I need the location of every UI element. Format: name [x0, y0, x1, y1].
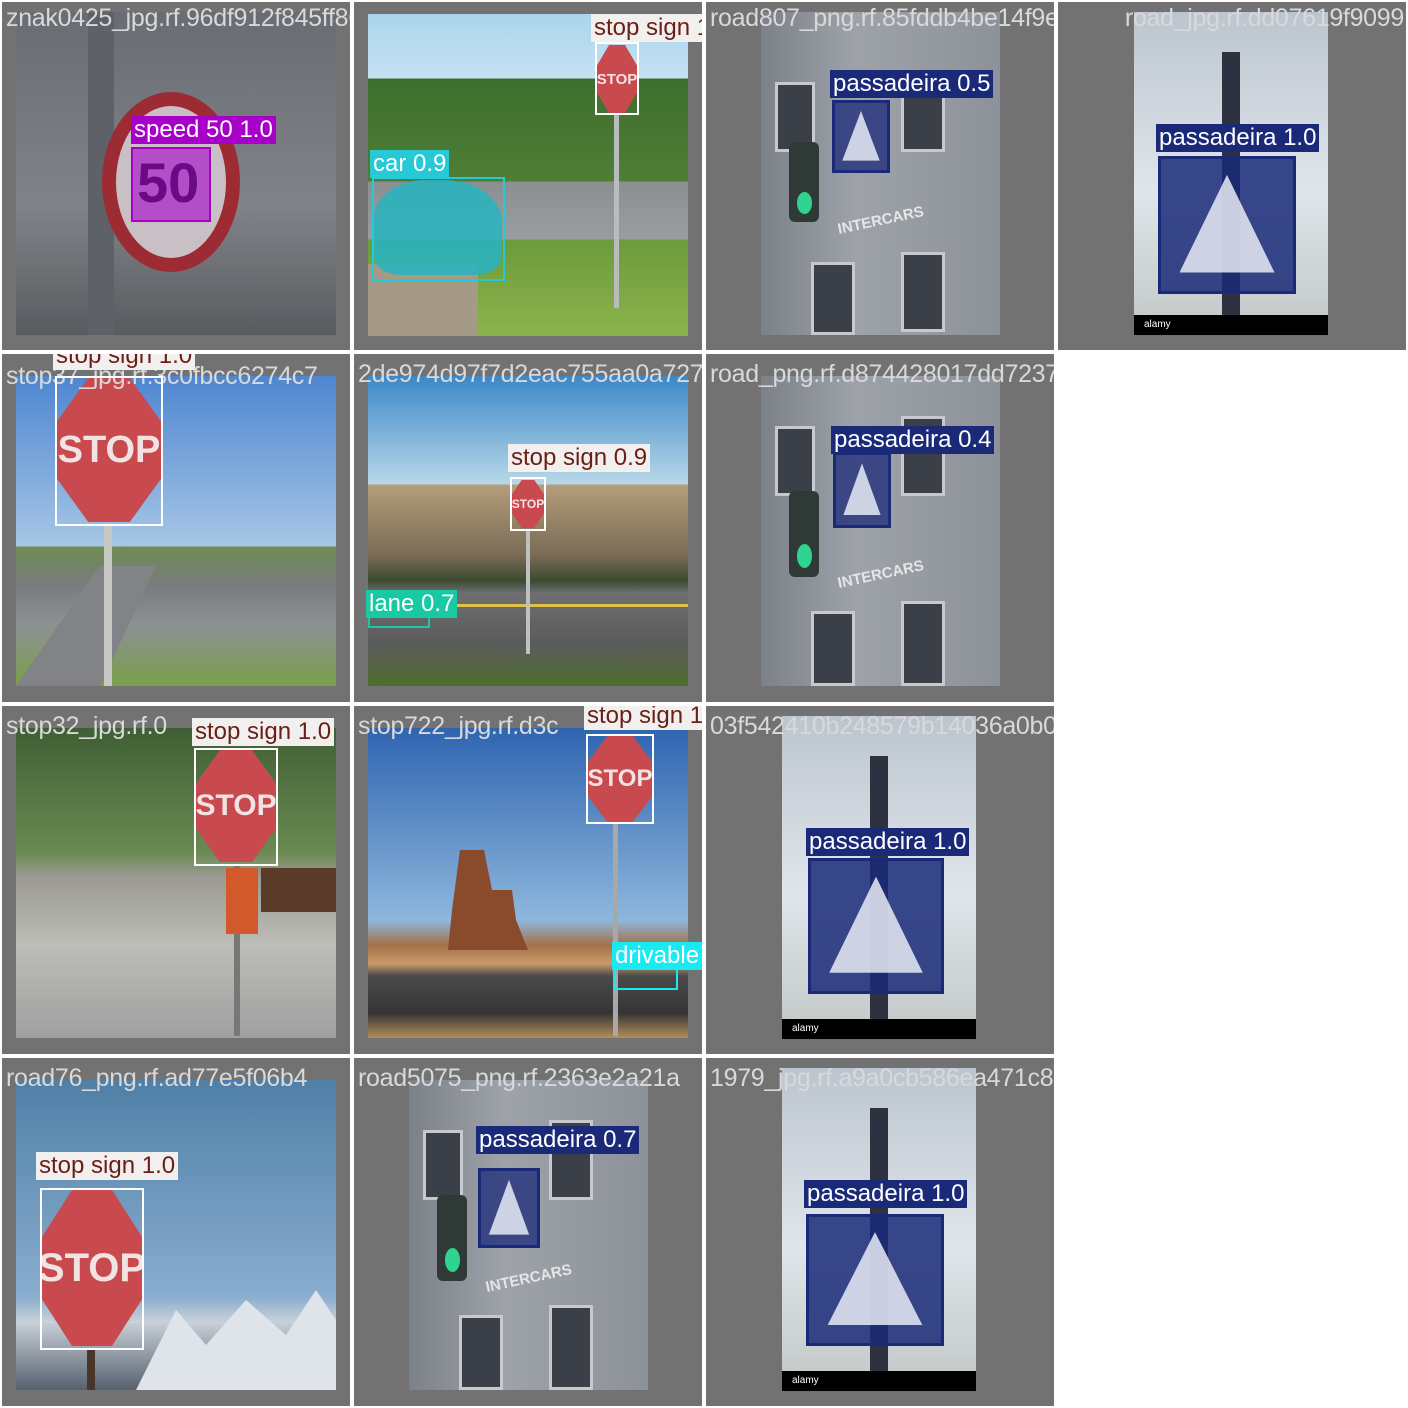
- detection-box: [478, 1168, 540, 1248]
- tile-0-1: STOP stop sign 1.0 car 0.9: [354, 2, 702, 350]
- detection-box: [372, 177, 505, 281]
- photo: INTERCARS: [761, 376, 1000, 686]
- tile-3-0: road76_png.rf.ad77e5f06b4 STOP stop sign…: [2, 1058, 350, 1406]
- pole: [613, 821, 618, 1036]
- speed-text: 50: [137, 151, 200, 214]
- window: [423, 1130, 463, 1200]
- detection-label: stop sign 1.0: [192, 718, 335, 746]
- tile-2-1: stop722_jpg.rf.d3c STOP stop sign 1.0 dr…: [354, 706, 702, 1054]
- detection-box: 50: [131, 147, 211, 222]
- tile-2-3-empty: [1058, 706, 1406, 1054]
- tile-3-1: INTERCARS road5075_png.rf.2363e2a21a pas…: [354, 1058, 702, 1406]
- traffic-light: [437, 1195, 467, 1281]
- filename: road807_png.rf.85fddb4be14f9eb087c7d7882: [710, 4, 1054, 32]
- fence: [261, 868, 336, 912]
- window: [811, 611, 855, 686]
- filename: road_jpg.rf.dd07619f9099: [1124, 4, 1404, 32]
- detection-label: lane 0.7: [366, 590, 458, 618]
- filename: road5075_png.rf.2363e2a21a: [358, 1064, 680, 1092]
- building-sign: INTERCARS: [836, 203, 926, 238]
- detection-label: passadeira 0.5: [830, 70, 994, 98]
- tile-1-1: 2de974d97f7d2eac755aa0a727cd3077 STOP st…: [354, 354, 702, 702]
- detection-box: [832, 100, 890, 173]
- pole: [614, 112, 619, 308]
- filename: 2de974d97f7d2eac755aa0a727cd3077: [358, 360, 702, 388]
- detection-label: car 0.9: [370, 150, 450, 178]
- detection-box: [1158, 156, 1296, 294]
- filename: road_png.rf.d874428017dd72371b93e3aaa66: [710, 360, 1054, 388]
- filename: znak0425_jpg.rf.96df912f845ff86f5d96af89…: [6, 4, 350, 32]
- pole: [104, 524, 112, 686]
- detection-label: passadeira 1.0: [1156, 124, 1320, 152]
- tile-3-2: alamy 1979_jpg.rf.a9a0cb586ea471c8aaba5d…: [706, 1058, 1054, 1406]
- building-sign: INTERCARS: [836, 557, 926, 592]
- tile-0-0: znak0425_jpg.rf.96df912f845ff86f5d96af89…: [2, 2, 350, 350]
- tile-1-3-empty: [1058, 354, 1406, 702]
- pole: [87, 1348, 95, 1390]
- tile-1-2: INTERCARS road_png.rf.d874428017dd72371b…: [706, 354, 1054, 702]
- watermark: alamy: [782, 1019, 976, 1039]
- detection-label: passadeira 1.0: [804, 1180, 968, 1208]
- detection-box: [55, 376, 163, 526]
- detection-box: [194, 748, 278, 866]
- window: [549, 1305, 593, 1390]
- detection-box: [40, 1188, 144, 1350]
- detection-box: [833, 452, 891, 528]
- detection-label: stop sign 1.0: [591, 14, 702, 42]
- filename: 1979_jpg.rf.a9a0cb586ea471c8aaba5dfc1: [710, 1064, 1054, 1092]
- detection-label: passadeira 1.0: [806, 828, 970, 856]
- detection-box: [808, 858, 944, 994]
- window: [775, 426, 815, 496]
- filename: road76_png.rf.ad77e5f06b4: [6, 1064, 308, 1092]
- window: [459, 1315, 503, 1390]
- window: [901, 601, 945, 686]
- detection-label: stop sign 1.0: [53, 354, 196, 370]
- tile-0-2: INTERCARS road807_png.rf.85fddb4be14f9eb…: [706, 2, 1054, 350]
- road: [16, 566, 156, 686]
- detection-box: [510, 477, 546, 531]
- tile-0-3: alamy road_jpg.rf.dd07619f9099 passadeir…: [1058, 2, 1406, 350]
- photo: [16, 728, 336, 1038]
- detection-label: stop sign 1.0: [36, 1152, 179, 1180]
- window: [901, 252, 945, 332]
- tile-2-2: alamy 03f542410b248579b14036a0b068e6420a…: [706, 706, 1054, 1054]
- butte: [448, 850, 528, 950]
- detection-label: stop sign 1.0: [584, 706, 702, 730]
- filename: stop32_jpg.rf.0: [6, 712, 167, 740]
- notice-sign: [226, 868, 258, 934]
- filename: 03f542410b248579b14036a0b068e6420a243: [710, 712, 1054, 740]
- detection-box: [586, 734, 654, 824]
- tile-2-0: stop32_jpg.rf.0 STOP stop sign 1.0: [2, 706, 350, 1054]
- detection-label: drivable 0.5: [612, 942, 702, 970]
- window: [811, 262, 855, 335]
- traffic-light: [789, 142, 819, 222]
- tile-3-3-empty: [1058, 1058, 1406, 1406]
- detection-label: stop sign 0.9: [508, 444, 651, 472]
- watermark: alamy: [782, 1371, 976, 1391]
- watermark: alamy: [1134, 315, 1328, 335]
- mountains: [136, 1290, 336, 1390]
- photo: INTERCARS: [761, 12, 1000, 335]
- tile-1-0: stop37_jpg.rf.3c0fbcc6274c7 STOP stop si…: [2, 354, 350, 702]
- filename: stop722_jpg.rf.d3c: [358, 712, 559, 740]
- detection-label: passadeira 0.4: [831, 426, 995, 454]
- prediction-mosaic: znak0425_jpg.rf.96df912f845ff86f5d96af89…: [0, 0, 1408, 1408]
- pole: [526, 529, 530, 654]
- detection-box: [806, 1214, 944, 1346]
- detection-label: speed 50 1.0: [131, 116, 276, 144]
- building-sign: INTERCARS: [484, 1261, 574, 1296]
- traffic-light: [789, 491, 819, 577]
- detection-label: passadeira 0.7: [476, 1126, 640, 1154]
- detection-box: [595, 42, 639, 115]
